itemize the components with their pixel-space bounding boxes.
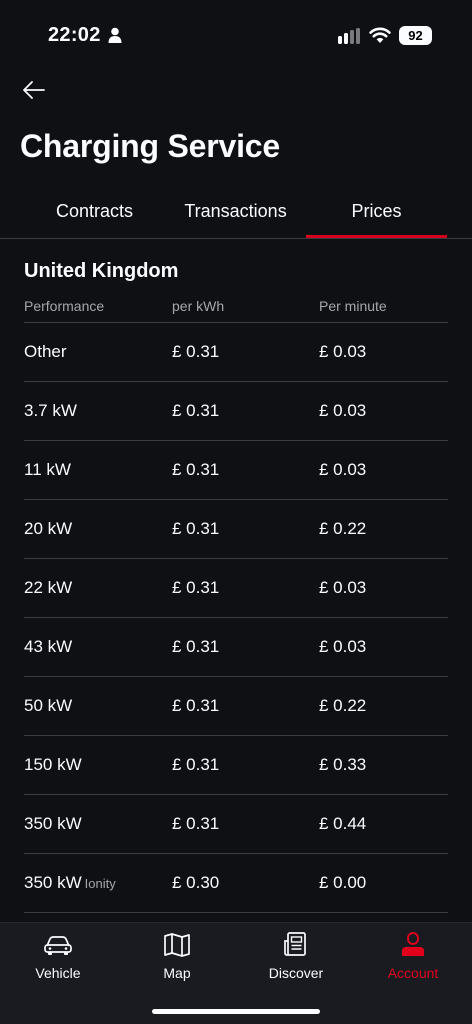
cell-price-per-minute: £ 0.00 (319, 873, 367, 892)
cell-price-per-minute: £ 0.33 (319, 755, 367, 774)
performance-value: 3.7 kW (24, 401, 77, 420)
cell-price-per-kwh: £ 0.31 (172, 342, 220, 361)
nav-label-vehicle: Vehicle (35, 965, 81, 981)
region-title: United Kingdom (24, 260, 179, 282)
cell-price-per-kwh: £ 0.31 (172, 814, 220, 833)
performance-value: 350 kW (24, 873, 82, 892)
arrow-left-icon (23, 81, 45, 99)
bottom-nav: Vehicle Map Discover Account (0, 922, 472, 1024)
nav-label-map: Map (163, 965, 191, 981)
person-icon (402, 932, 424, 956)
table-row: 350 kW Ionity £ 0.30 £ 0.00 (24, 854, 448, 913)
nav-discover[interactable]: Discover (251, 931, 341, 981)
cell-price-per-kwh: £ 0.31 (172, 519, 220, 538)
cell-price-per-minute: £ 0.03 (319, 578, 367, 597)
cell-performance: 350 kW (24, 814, 172, 834)
nav-account[interactable]: Account (368, 931, 458, 981)
cell-performance: 350 kW Ionity (24, 873, 172, 893)
table-row: 22 kW £ 0.31 £ 0.03 (24, 559, 448, 618)
app-screen: 22:02 92 Charging Service Contracts Tran… (0, 0, 472, 1024)
nav-label-discover: Discover (268, 965, 324, 981)
cell-price-per-kwh: £ 0.31 (172, 578, 220, 597)
table-row: 11 kW £ 0.31 £ 0.03 (24, 441, 448, 500)
tab-contracts[interactable]: Contracts (24, 190, 165, 238)
battery-indicator: 92 (399, 26, 432, 45)
nav-label-account: Account (387, 965, 439, 981)
tab-divider (0, 238, 472, 239)
performance-value: 350 kW (24, 814, 82, 833)
cell-price-per-minute: £ 0.03 (319, 401, 367, 420)
home-indicator[interactable] (152, 1009, 320, 1014)
table-row: 3.7 kW £ 0.31 £ 0.03 (24, 382, 448, 441)
table-row: 20 kW £ 0.31 £ 0.22 (24, 500, 448, 559)
table-header: Performance per kWh Per minute (24, 290, 448, 323)
cell-price-per-minute: £ 0.22 (319, 696, 367, 715)
cell-performance: Other (24, 342, 172, 362)
cell-price-per-kwh: £ 0.31 (172, 755, 220, 774)
cell-performance: 11 kW (24, 460, 172, 480)
performance-value: 20 kW (24, 519, 73, 538)
person-status-icon (108, 27, 122, 43)
price-table: Performance per kWh Per minute Other £ 0.… (24, 290, 448, 913)
wifi-icon (369, 27, 391, 43)
performance-value: Other (24, 342, 67, 361)
newspaper-icon (284, 932, 306, 956)
cell-performance: 150 kW (24, 755, 172, 775)
status-time: 22:02 (48, 24, 101, 46)
cell-performance: 20 kW (24, 519, 172, 539)
performance-value: 43 kW (24, 637, 73, 656)
cell-performance: 3.7 kW (24, 401, 172, 421)
cell-performance: 50 kW (24, 696, 172, 716)
cell-price-per-minute: £ 0.44 (319, 814, 367, 833)
cell-price-per-kwh: £ 0.30 (172, 873, 220, 892)
performance-value: 22 kW (24, 578, 73, 597)
cell-performance: 22 kW (24, 578, 172, 598)
back-button[interactable] (18, 76, 50, 104)
table-row: 43 kW £ 0.31 £ 0.03 (24, 618, 448, 677)
cell-price-per-kwh: £ 0.31 (172, 401, 220, 420)
performance-value: 150 kW (24, 755, 82, 774)
table-row: 150 kW £ 0.31 £ 0.33 (24, 736, 448, 795)
car-icon (44, 936, 72, 955)
cell-performance: 43 kW (24, 637, 172, 657)
table-row: 50 kW £ 0.31 £ 0.22 (24, 677, 448, 736)
status-bar: 22:02 92 (0, 0, 472, 70)
tab-bar: Contracts Transactions Prices (24, 190, 448, 238)
table-row: Other £ 0.31 £ 0.03 (24, 323, 448, 382)
cell-price-per-minute: £ 0.03 (319, 342, 367, 361)
nav-vehicle[interactable]: Vehicle (13, 931, 103, 981)
table-body: Other £ 0.31 £ 0.03 3.7 kW £ 0.31 £ 0.03 11 kW… (24, 323, 448, 913)
tab-transactions[interactable]: Transactions (165, 190, 306, 238)
map-icon (164, 933, 190, 957)
column-header-performance: Performance (24, 298, 105, 314)
nav-map[interactable]: Map (132, 931, 222, 981)
cell-price-per-minute: £ 0.03 (319, 637, 367, 656)
cell-price-per-minute: £ 0.03 (319, 460, 367, 479)
performance-value: 50 kW (24, 696, 73, 715)
cell-price-per-kwh: £ 0.31 (172, 696, 220, 715)
cell-price-per-minute: £ 0.22 (319, 519, 367, 538)
tab-prices[interactable]: Prices (306, 190, 447, 238)
column-header-per-minute: Per minute (319, 298, 387, 314)
cell-price-per-kwh: £ 0.31 (172, 637, 220, 656)
column-header-per-kwh: per kWh (172, 298, 225, 314)
cell-price-per-kwh: £ 0.31 (172, 460, 220, 479)
table-row: 350 kW £ 0.31 £ 0.44 (24, 795, 448, 854)
provider-note: Ionity (84, 876, 116, 891)
performance-value: 11 kW (24, 460, 71, 479)
cellular-signal-icon (338, 28, 360, 44)
page-title: Charging Service (20, 128, 281, 164)
